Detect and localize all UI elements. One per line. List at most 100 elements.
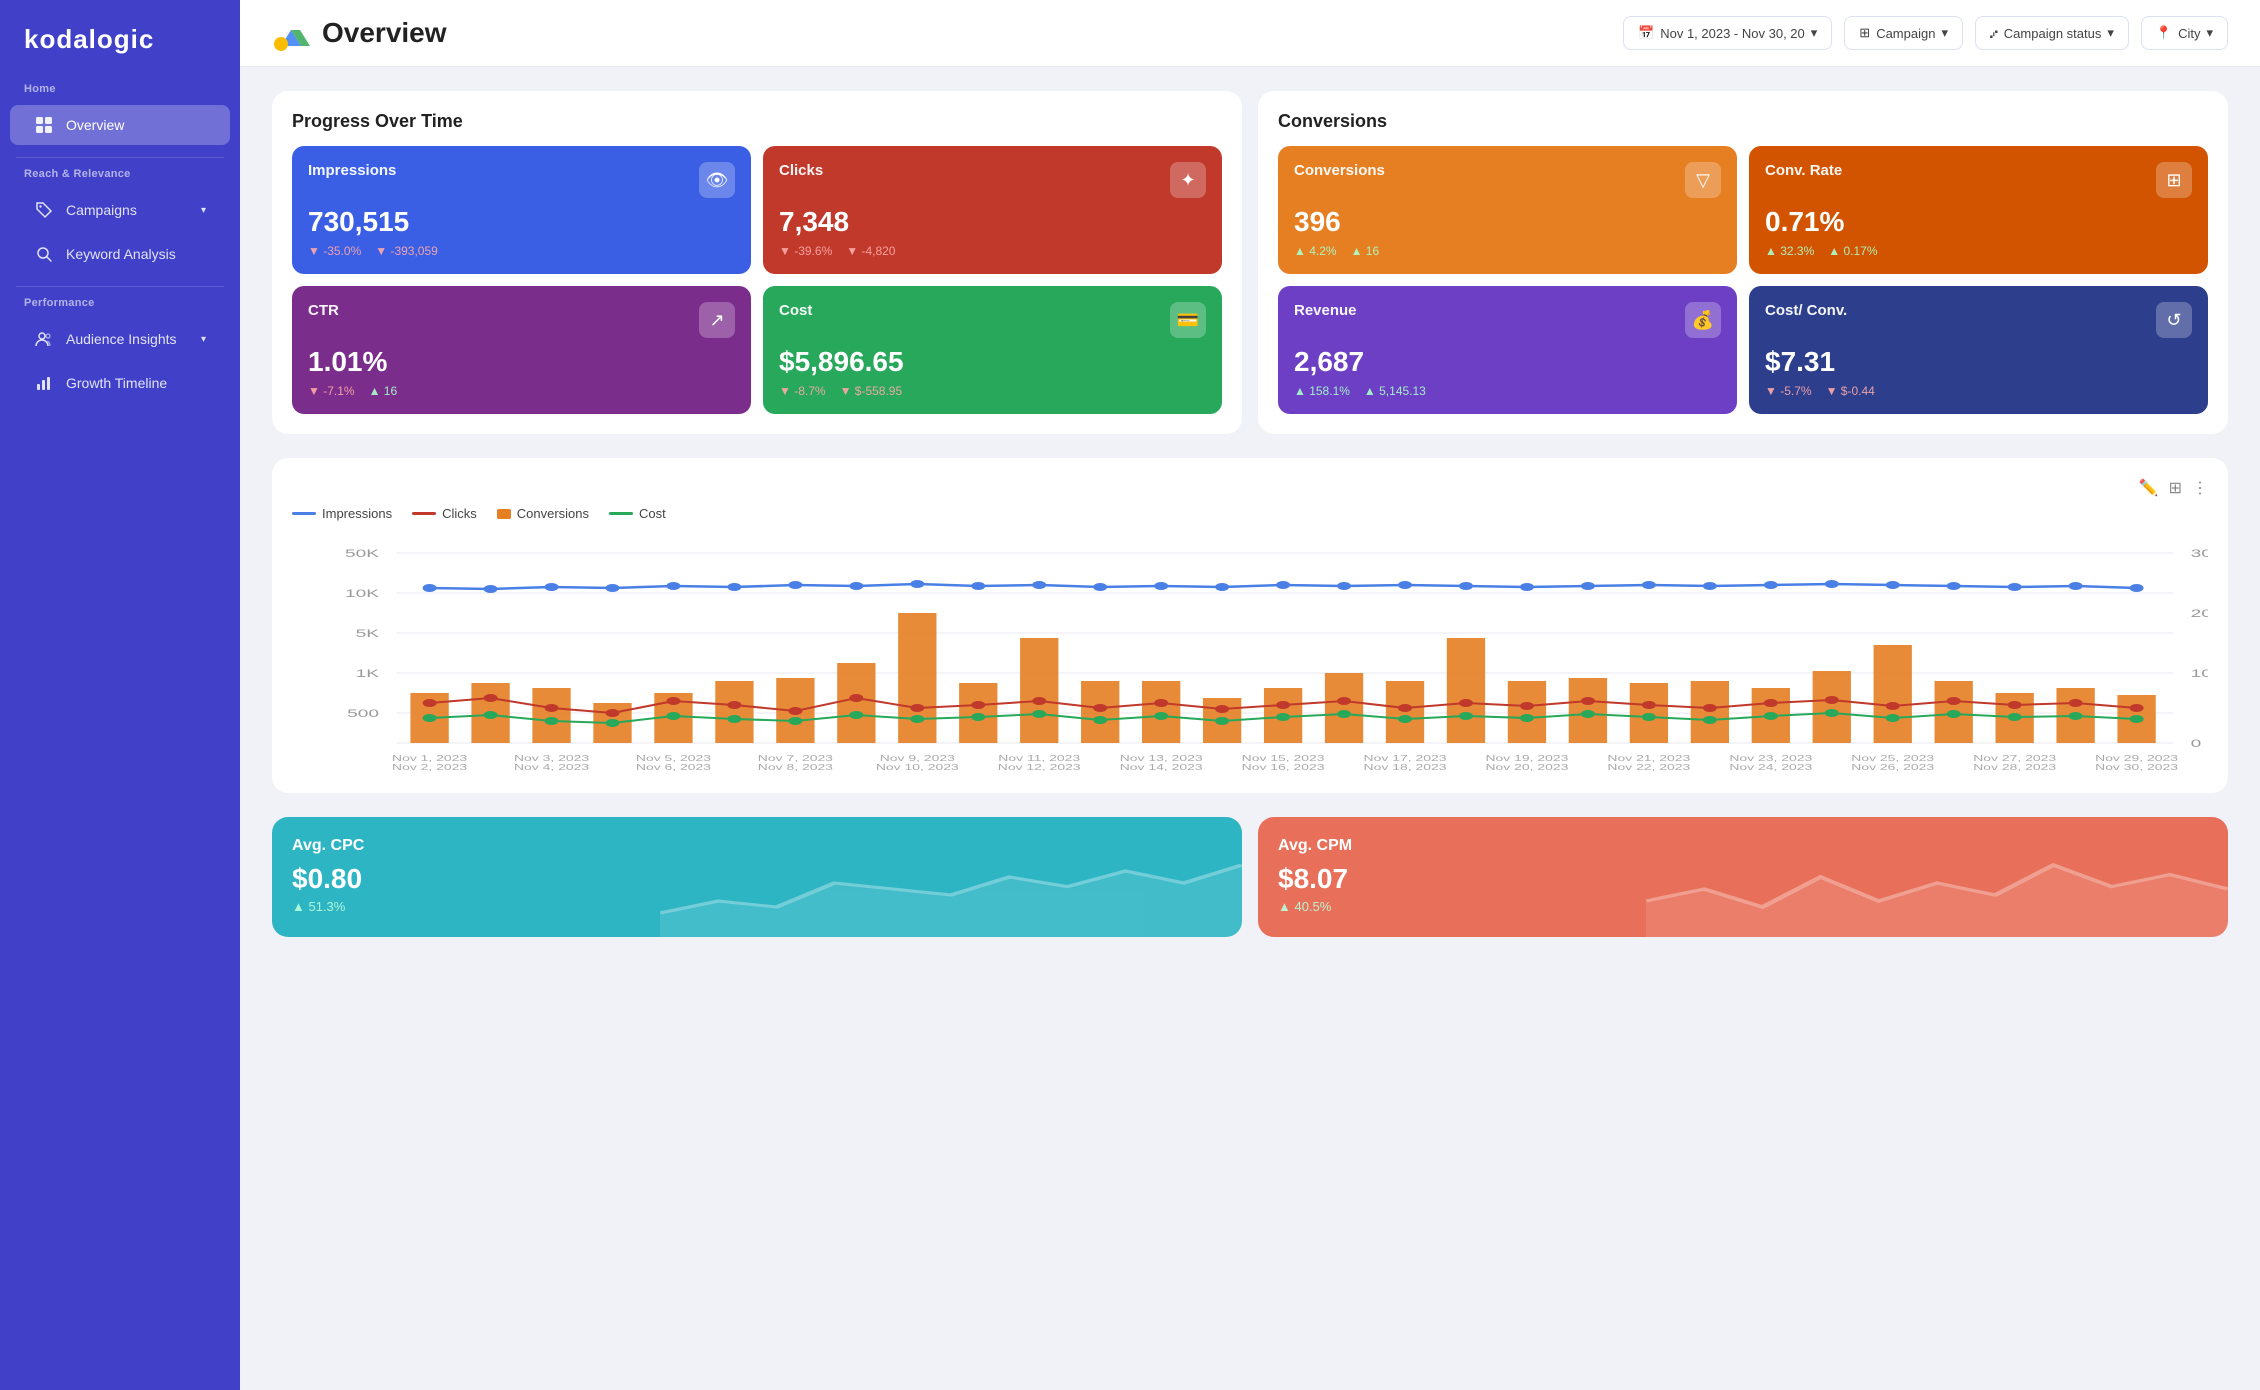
legend-conversions: Conversions bbox=[497, 506, 589, 521]
sidebar-overview-label: Overview bbox=[66, 117, 124, 133]
campaign-filter-button[interactable]: ⊞ Campaign ▾ bbox=[1844, 16, 1963, 50]
cost-legend-line bbox=[609, 512, 633, 515]
status-icon: ⑇ bbox=[1990, 26, 1998, 41]
progress-panel: Progress Over Time Impressions 👁 730,515… bbox=[272, 91, 1242, 434]
sidebar-item-growth-timeline[interactable]: Growth Timeline bbox=[10, 363, 230, 403]
cost-label: Cost bbox=[779, 302, 812, 319]
svg-text:Nov 13, 2023: Nov 13, 2023 bbox=[1120, 755, 1203, 763]
revenue-value: 2,687 bbox=[1294, 346, 1721, 378]
ctr-value: 1.01% bbox=[308, 346, 735, 378]
cost-conv-icon: ↺ bbox=[2156, 302, 2192, 338]
sidebar-item-audience-insights[interactable]: Audience Insights ▾ bbox=[10, 319, 230, 359]
svg-text:Nov 14, 2023: Nov 14, 2023 bbox=[1120, 764, 1203, 772]
clicks-stat2: ▼ -4,820 bbox=[846, 244, 895, 258]
legend-impressions: Impressions bbox=[292, 506, 392, 521]
conv-rate-icon: ⊞ bbox=[2156, 162, 2192, 198]
svg-text:5K: 5K bbox=[356, 628, 380, 640]
svg-text:Nov 22, 2023: Nov 22, 2023 bbox=[1607, 764, 1690, 772]
sidebar-item-campaigns[interactable]: Campaigns ▾ bbox=[10, 190, 230, 230]
chart-icon bbox=[34, 373, 54, 393]
clicks-legend-line bbox=[412, 512, 436, 515]
svg-text:Nov 1, 2023: Nov 1, 2023 bbox=[392, 755, 467, 763]
svg-text:20: 20 bbox=[2191, 608, 2208, 620]
campaign-icon: ⊞ bbox=[1859, 25, 1870, 41]
cost-conv-stats: ▼ -5.7% ▼ $-0.44 bbox=[1765, 384, 2192, 398]
svg-text:Nov 2, 2023: Nov 2, 2023 bbox=[392, 764, 467, 772]
date-filter-label: Nov 1, 2023 - Nov 30, 20 bbox=[1660, 26, 1805, 41]
status-filter-label: Campaign status bbox=[2004, 26, 2102, 41]
ctr-stats: ▼ -7.1% ▲ 16 bbox=[308, 384, 735, 398]
more-icon[interactable]: ⋮ bbox=[2192, 478, 2208, 498]
svg-text:Nov 20, 2023: Nov 20, 2023 bbox=[1486, 764, 1569, 772]
conv-rate-stats: ▲ 32.3% ▲ 0.17% bbox=[1765, 244, 2192, 258]
revenue-stat1: ▲ 158.1% bbox=[1294, 384, 1350, 398]
svg-text:Nov 15, 2023: Nov 15, 2023 bbox=[1242, 755, 1325, 763]
impressions-legend-label: Impressions bbox=[322, 506, 392, 521]
chart-tools: ✏️ ⊞ ⋮ bbox=[2139, 478, 2208, 498]
sidebar-item-keyword-analysis[interactable]: Keyword Analysis bbox=[10, 234, 230, 274]
cost-value: $5,896.65 bbox=[779, 346, 1206, 378]
date-chevron-icon: ▾ bbox=[1811, 25, 1818, 41]
ctr-stat1: ▼ -7.1% bbox=[308, 384, 355, 398]
conversions-cards: Conversions ▽ 396 ▲ 4.2% ▲ 16 Conv. Rate bbox=[1278, 146, 2208, 414]
sidebar-section-performance: Performance bbox=[0, 297, 240, 317]
cost-conv-stat2: ▼ $-0.44 bbox=[1826, 384, 1875, 398]
ctr-label: CTR bbox=[308, 302, 339, 319]
search-icon bbox=[34, 244, 54, 264]
svg-text:Nov 11, 2023: Nov 11, 2023 bbox=[998, 755, 1080, 763]
svg-text:Nov 8, 2023: Nov 8, 2023 bbox=[758, 764, 833, 772]
cost-conv-card: Cost/ Conv. ↺ $7.31 ▼ -5.7% ▼ $-0.44 bbox=[1749, 286, 2208, 414]
impressions-stats: ▼ -35.0% ▼ -393,059 bbox=[308, 244, 735, 258]
clicks-value: 7,348 bbox=[779, 206, 1206, 238]
svg-text:Nov 12, 2023: Nov 12, 2023 bbox=[998, 764, 1081, 772]
svg-text:1K: 1K bbox=[356, 668, 380, 680]
sidebar-divider-1 bbox=[16, 157, 224, 158]
svg-text:50K: 50K bbox=[345, 548, 380, 560]
chart-legend: Impressions Clicks Conversions Cost bbox=[292, 506, 2208, 521]
svg-text:Nov 23, 2023: Nov 23, 2023 bbox=[1729, 755, 1812, 763]
sidebar-item-overview[interactable]: Overview bbox=[10, 105, 230, 145]
svg-text:10: 10 bbox=[2191, 668, 2208, 680]
calendar-icon: 📅 bbox=[1638, 25, 1654, 41]
date-filter-button[interactable]: 📅 Nov 1, 2023 - Nov 30, 20 ▾ bbox=[1623, 16, 1832, 50]
impressions-label: Impressions bbox=[308, 162, 396, 179]
table-icon[interactable]: ⊞ bbox=[2169, 478, 2182, 498]
conversions-card: Conversions ▽ 396 ▲ 4.2% ▲ 16 bbox=[1278, 146, 1737, 274]
chart-area: 50K 10K 5K 1K 500 30 20 10 0 bbox=[292, 533, 2208, 773]
sidebar: kodalogic Home Overview Reach & Relevanc… bbox=[0, 0, 240, 1390]
campaigns-chevron-icon: ▾ bbox=[201, 205, 206, 216]
revenue-icon: 💰 bbox=[1685, 302, 1721, 338]
revenue-card: Revenue 💰 2,687 ▲ 158.1% ▲ 5,145.13 bbox=[1278, 286, 1737, 414]
svg-text:0: 0 bbox=[2191, 738, 2202, 750]
conv-rate-label: Conv. Rate bbox=[1765, 162, 1842, 179]
avg-cpc-card: Avg. CPC $0.80 ▲ 51.3% bbox=[272, 817, 1242, 937]
header-title: Overview bbox=[322, 17, 447, 49]
header-filters: 📅 Nov 1, 2023 - Nov 30, 20 ▾ ⊞ Campaign … bbox=[1623, 16, 2228, 50]
svg-text:Nov 26, 2023: Nov 26, 2023 bbox=[1851, 764, 1934, 772]
svg-text:Nov 25, 2023: Nov 25, 2023 bbox=[1851, 755, 1934, 763]
conversions-label: Conversions bbox=[1294, 162, 1385, 179]
sidebar-section-reach: Reach & Relevance bbox=[0, 168, 240, 188]
conv-rate-stat1: ▲ 32.3% bbox=[1765, 244, 1814, 258]
progress-cards: Impressions 👁 730,515 ▼ -35.0% ▼ -393,05… bbox=[292, 146, 1222, 414]
header-brand: Overview bbox=[272, 14, 447, 52]
grid-icon bbox=[34, 115, 54, 135]
sidebar-logo: kodalogic bbox=[0, 24, 240, 83]
cost-icon: 💳 bbox=[1170, 302, 1206, 338]
svg-text:Nov 27, 2023: Nov 27, 2023 bbox=[1973, 755, 2056, 763]
impressions-icon: 👁 bbox=[699, 162, 735, 198]
bottom-cards: Avg. CPC $0.80 ▲ 51.3% Avg. CPM $8.07 ▲ … bbox=[272, 817, 2228, 937]
svg-text:Nov 29, 2023: Nov 29, 2023 bbox=[2095, 755, 2178, 763]
impressions-stat1: ▼ -35.0% bbox=[308, 244, 361, 258]
metrics-row: Progress Over Time Impressions 👁 730,515… bbox=[272, 91, 2228, 434]
svg-text:30: 30 bbox=[2191, 548, 2208, 560]
conversions-legend-dot bbox=[497, 509, 511, 519]
impressions-stat2: ▼ -393,059 bbox=[375, 244, 438, 258]
svg-text:Nov 28, 2023: Nov 28, 2023 bbox=[1973, 764, 2056, 772]
cost-conv-value: $7.31 bbox=[1765, 346, 2192, 378]
city-filter-button[interactable]: 📍 City ▾ bbox=[2141, 16, 2228, 50]
sidebar-campaigns-label: Campaigns bbox=[66, 202, 137, 218]
tag-icon bbox=[34, 200, 54, 220]
edit-icon[interactable]: ✏️ bbox=[2139, 478, 2159, 498]
status-filter-button[interactable]: ⑇ Campaign status ▾ bbox=[1975, 16, 2129, 50]
